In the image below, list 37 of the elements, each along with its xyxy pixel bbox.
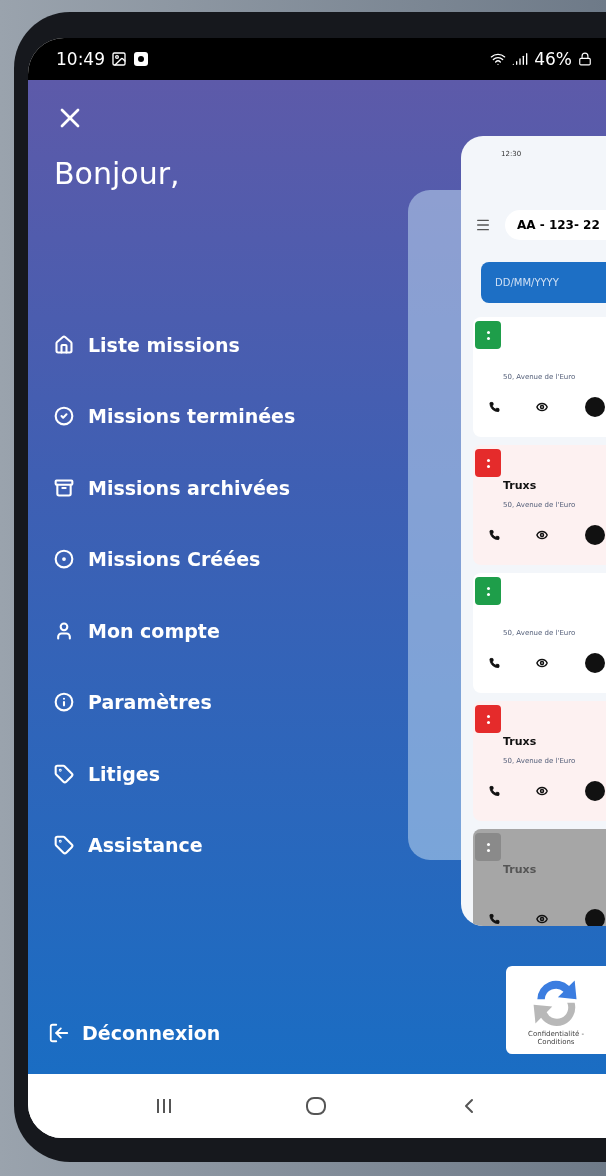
menu-item[interactable]: Missions archivées xyxy=(28,452,388,524)
status-time: 10:49 xyxy=(56,49,105,69)
logout-link[interactable]: Déconnexion xyxy=(28,1022,388,1044)
notification-icon xyxy=(133,51,149,67)
radio-icon xyxy=(54,549,74,570)
circle-icon xyxy=(584,652,606,674)
menu-item[interactable]: Mon compte xyxy=(28,595,388,667)
menu-item[interactable]: Liste missions xyxy=(28,309,388,381)
tag-icon xyxy=(54,835,74,856)
menu-icon xyxy=(475,217,491,233)
menu-item[interactable]: Assistance xyxy=(28,809,388,881)
rounded-square-icon xyxy=(305,1095,327,1117)
info-icon xyxy=(54,692,74,713)
archive-icon xyxy=(54,477,74,498)
menu-item[interactable]: Missions Créées xyxy=(28,523,388,595)
image-icon xyxy=(111,51,127,67)
person-icon xyxy=(54,620,74,641)
home-icon xyxy=(54,334,74,355)
greeting: Bonjour, xyxy=(54,156,181,191)
circle-icon xyxy=(584,780,606,802)
check-circle-icon xyxy=(54,406,74,427)
signal-icon xyxy=(512,51,529,67)
tag-icon xyxy=(54,763,74,784)
menu-item[interactable]: Litiges xyxy=(28,738,388,810)
logout-icon xyxy=(48,1022,70,1044)
menu-item[interactable]: Paramètres xyxy=(28,666,388,738)
date-field: DD/MM/YYYY xyxy=(481,262,606,303)
battery-level: 46% xyxy=(534,49,572,69)
circle-icon xyxy=(584,524,606,546)
mission-title: Truxs xyxy=(503,735,538,749)
plate-field: AA - 123- 22 xyxy=(505,210,606,240)
wifi-icon xyxy=(490,51,507,67)
home-button[interactable] xyxy=(305,1095,327,1117)
mission-title: Truxs xyxy=(503,479,538,493)
menu-item[interactable]: Missions terminées xyxy=(28,380,388,452)
mission-title: Truxs xyxy=(503,863,538,877)
circle-icon xyxy=(584,396,606,418)
